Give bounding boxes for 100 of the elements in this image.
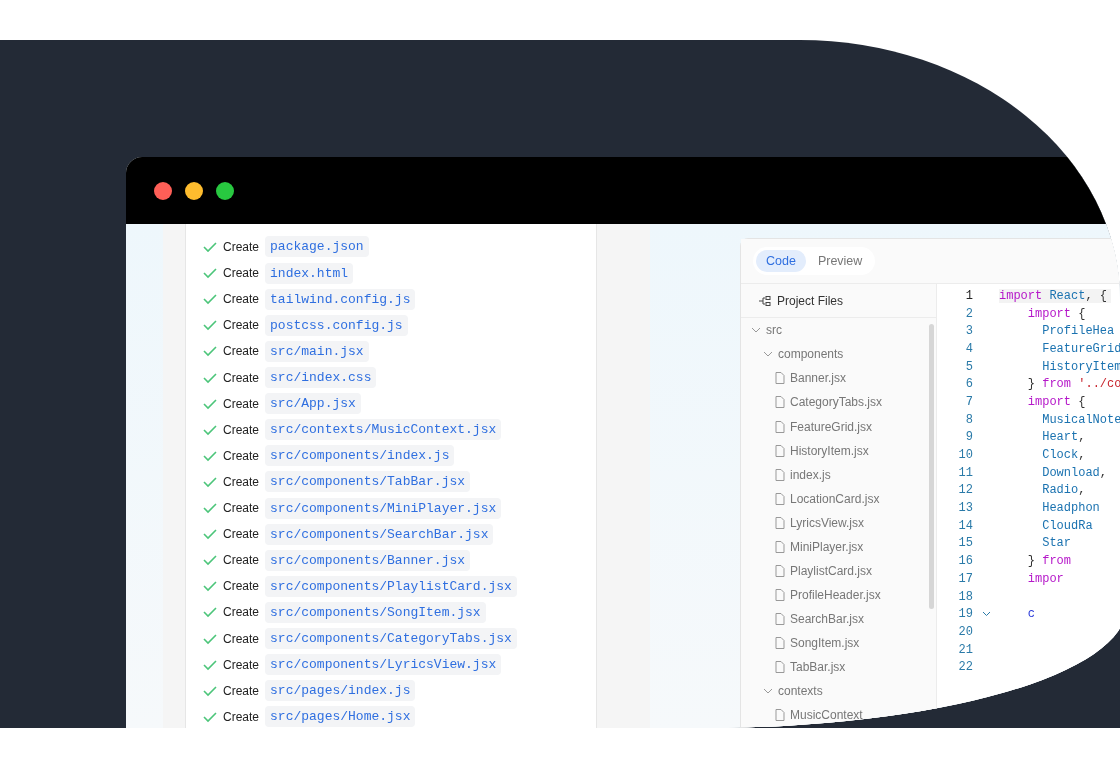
check-icon	[203, 684, 217, 697]
tree-icon	[759, 295, 771, 306]
check-icon	[203, 267, 217, 280]
line-number: 9	[964, 430, 973, 445]
step-action: Create	[223, 396, 260, 411]
code-line: } from '../co	[1026, 377, 1120, 392]
file-icon	[775, 636, 785, 649]
check-icon	[203, 528, 217, 541]
code-line: c	[1026, 607, 1036, 622]
line-number: 15	[957, 536, 973, 551]
step-action: Create	[223, 501, 260, 516]
code-line: import {	[1026, 306, 1087, 321]
check-icon	[203, 502, 217, 515]
tab[interactable]: Preview	[807, 250, 873, 272]
check-icon	[203, 397, 217, 410]
file-item[interactable]: MusicContext	[741, 702, 936, 727]
file-path: src/components/TabBar.jsx	[265, 471, 471, 493]
file-icon	[775, 372, 785, 385]
chevron-down-icon	[763, 687, 773, 694]
line-number: 7	[964, 394, 973, 409]
line-number: 18	[957, 589, 973, 604]
line-number: 17	[957, 571, 973, 586]
file-item[interactable]: PlaylistCard.jsx	[741, 558, 936, 583]
code-line: ProfileHea	[1041, 324, 1116, 339]
fold-icon[interactable]	[981, 611, 991, 618]
line-number: 8	[964, 412, 973, 427]
file-icon	[775, 708, 785, 721]
check-icon	[203, 449, 217, 462]
folder-item[interactable]: contexts	[741, 678, 936, 703]
line-number: 21	[957, 642, 973, 657]
code-line: CloudRa	[1041, 518, 1094, 533]
tab[interactable]: Code	[756, 250, 806, 272]
check-icon	[203, 710, 217, 723]
file-item[interactable]: FeatureGrid.jsx	[741, 414, 936, 439]
line-number: 22	[957, 660, 973, 675]
file-path: src/contexts/MusicContext.jsx	[265, 419, 502, 441]
file-item[interactable]: HistoryItem.jsx	[741, 438, 936, 463]
file-path: tailwind.config.js	[265, 288, 416, 310]
check-icon	[203, 632, 217, 645]
file-item[interactable]: SearchBar.jsx	[741, 606, 936, 631]
line-number: 13	[957, 501, 973, 516]
window-control[interactable]	[154, 181, 172, 200]
file-icon	[775, 660, 785, 673]
file-path: package.json	[265, 236, 369, 258]
file-item[interactable]: TabBar.jsx	[741, 654, 936, 679]
check-icon	[203, 345, 217, 358]
step-action: Create	[223, 370, 260, 385]
step-action: Create	[223, 553, 260, 568]
code-line: import {	[1026, 394, 1087, 409]
file-path: src/components/LyricsView.jsx	[265, 654, 502, 676]
file-icon	[775, 492, 785, 505]
file-item[interactable]: SongItem.jsx	[741, 630, 936, 655]
file-item[interactable]: LocationCard.jsx	[741, 486, 936, 511]
file-item[interactable]: Banner.jsx	[741, 366, 936, 391]
code-line: MusicalNote	[1041, 412, 1120, 427]
scrollbar[interactable]	[929, 324, 934, 609]
window-control[interactable]	[185, 181, 203, 200]
step-action: Create	[223, 448, 260, 463]
line-number: 14	[957, 518, 973, 533]
chevron-down-icon	[763, 351, 773, 358]
step-action: Create	[223, 657, 260, 672]
line-number: 20	[957, 624, 973, 639]
code-line: Clock,	[1041, 448, 1087, 463]
step-action: Create	[223, 344, 260, 359]
step-action: Create	[223, 631, 260, 646]
window-control[interactable]	[216, 181, 234, 200]
file-path: src/components/SearchBar.jsx	[265, 523, 494, 545]
line-number: 1	[964, 288, 973, 303]
file-item[interactable]: LyricsView.jsx	[741, 510, 936, 535]
file-item[interactable]: MiniPlayer.jsx	[741, 534, 936, 559]
file-path: src/main.jsx	[265, 340, 369, 362]
line-number: 16	[957, 554, 973, 569]
step-action: Create	[223, 292, 260, 307]
file-path: src/components/Banner.jsx	[265, 549, 471, 571]
check-icon	[203, 658, 217, 671]
file-path: src/App.jsx	[265, 393, 361, 415]
code-line: Radio,	[1041, 483, 1087, 498]
step-action: Create	[223, 683, 260, 698]
code-line: Star	[1041, 536, 1072, 551]
line-number: 11	[957, 465, 973, 480]
code-line: Heart,	[1041, 430, 1087, 445]
file-path: src/pages/index.js	[265, 680, 416, 702]
line-number: 3	[964, 324, 973, 339]
chevron-down-icon	[751, 327, 761, 334]
file-icon	[775, 468, 785, 481]
file-icon	[775, 564, 785, 577]
file-icon	[775, 540, 785, 553]
folder-item[interactable]: components	[741, 342, 936, 367]
file-path: postcss.config.js	[265, 314, 408, 336]
check-icon	[203, 240, 217, 253]
line-number: 5	[964, 359, 973, 374]
check-icon	[203, 606, 217, 619]
line-number: 2	[964, 306, 973, 321]
file-item[interactable]: CategoryTabs.jsx	[741, 390, 936, 415]
file-icon	[775, 444, 785, 457]
file-item[interactable]: index.js	[741, 462, 936, 487]
line-number: 19	[957, 607, 973, 622]
folder-item[interactable]: src	[741, 318, 936, 343]
step-action: Create	[223, 422, 260, 437]
file-item[interactable]: ProfileHeader.jsx	[741, 582, 936, 607]
